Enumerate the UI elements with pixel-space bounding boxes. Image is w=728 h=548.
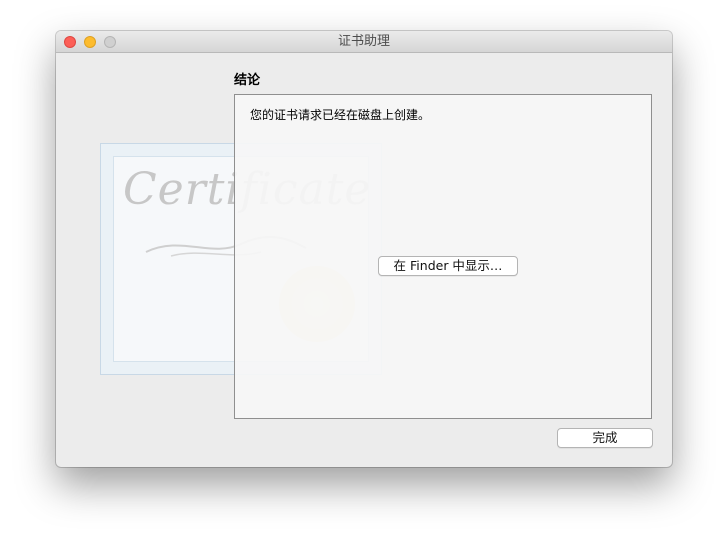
certificate-assistant-window: 证书助理 Certificate 结论 您的证书请求已经在磁盘上创建。 在 Fi… [56, 31, 672, 467]
section-heading: 结论 [234, 73, 261, 88]
result-message: 您的证书请求已经在磁盘上创建。 [250, 108, 431, 122]
window-title: 证书助理 [337, 34, 390, 49]
done-button[interactable]: 完成 [557, 428, 653, 448]
title-bar[interactable]: 证书助理 [56, 31, 672, 53]
conclusion-panel: 您的证书请求已经在磁盘上创建。 在 Finder 中显示… [234, 94, 652, 419]
show-in-finder-button[interactable]: 在 Finder 中显示… [378, 256, 518, 276]
